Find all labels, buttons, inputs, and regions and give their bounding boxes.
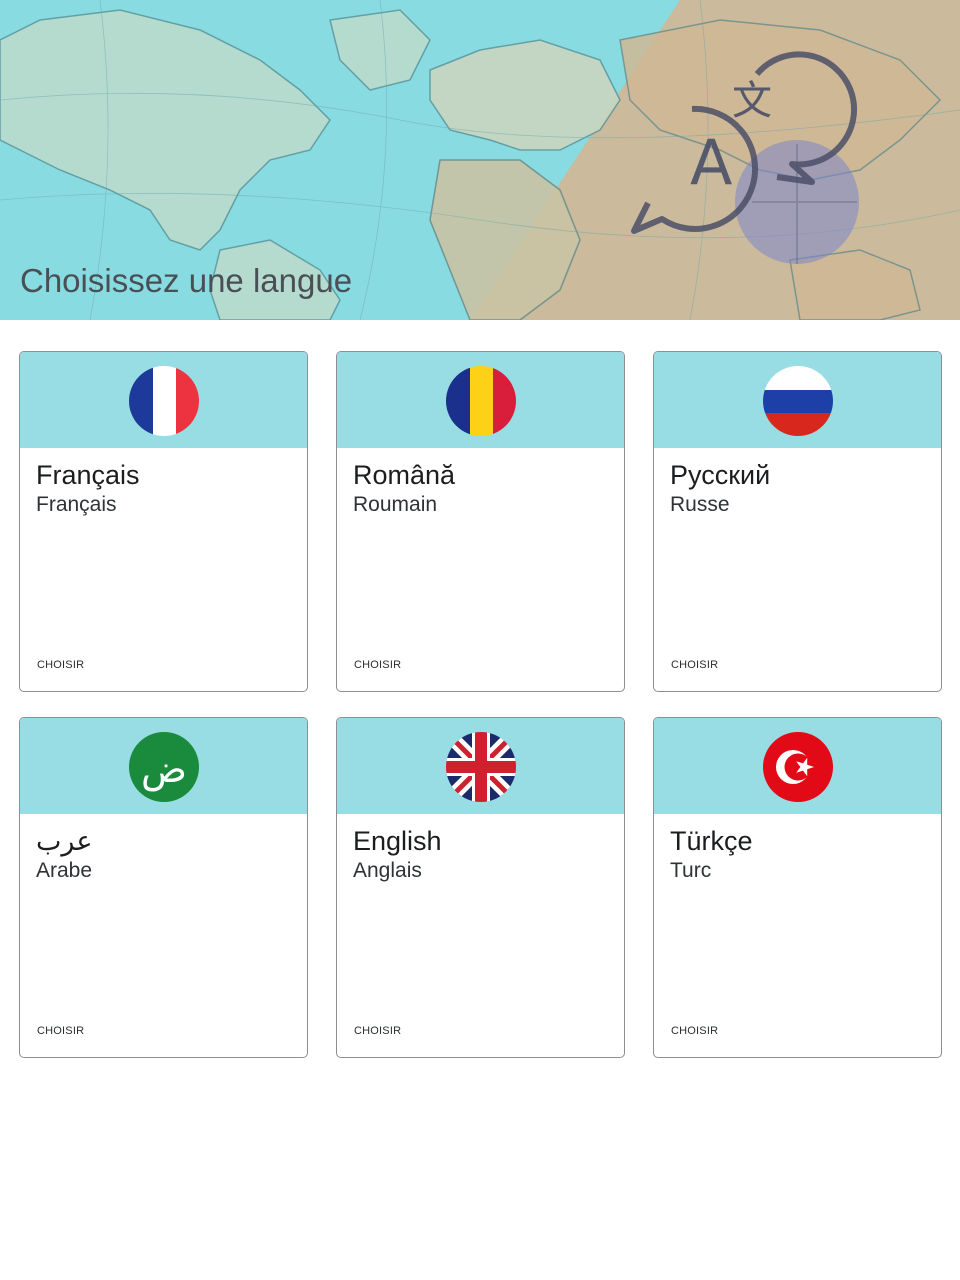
translated-language-name: Français bbox=[36, 493, 117, 516]
choose-button[interactable]: CHOISIR bbox=[37, 659, 84, 671]
romania-flag-icon bbox=[445, 366, 516, 436]
language-card-francais[interactable]: Français Français CHOISIR bbox=[19, 351, 308, 692]
card-header: ض bbox=[20, 718, 307, 814]
translated-language-name: Anglais bbox=[353, 859, 422, 882]
card-header bbox=[337, 352, 624, 448]
page-title: Choisissez une langue bbox=[20, 262, 353, 299]
native-language-name: English bbox=[353, 826, 442, 856]
choose-button[interactable]: CHOISIR bbox=[354, 1025, 401, 1037]
france-flag-icon bbox=[128, 366, 199, 436]
arabic-letter-icon: ض bbox=[128, 732, 199, 802]
native-language-name: Русский bbox=[670, 460, 771, 490]
svg-text:ض: ض bbox=[141, 747, 187, 792]
card-header bbox=[654, 718, 941, 814]
native-language-name: Română bbox=[353, 460, 456, 490]
svg-text:A: A bbox=[690, 126, 732, 199]
svg-text:文: 文 bbox=[732, 78, 772, 124]
card-header bbox=[654, 352, 941, 448]
translated-language-name: Russe bbox=[670, 493, 730, 516]
translated-language-name: Turc bbox=[670, 859, 712, 882]
native-language-name: Français bbox=[36, 460, 140, 490]
hero-banner: A 文 Choisissez une langue bbox=[0, 0, 960, 320]
translate-icon: A 文 bbox=[631, 51, 859, 264]
choose-button[interactable]: CHOISIR bbox=[671, 1025, 718, 1037]
native-language-name: Türkçe bbox=[670, 826, 753, 856]
translated-language-name: Roumain bbox=[353, 493, 438, 516]
native-language-name: عرب bbox=[36, 826, 93, 856]
language-card-turkce[interactable]: Türkçe Turc CHOISIR bbox=[653, 717, 942, 1058]
language-card-english[interactable]: English Anglais CHOISIR bbox=[336, 717, 625, 1058]
choose-button[interactable]: CHOISIR bbox=[354, 659, 401, 671]
turkey-flag-icon bbox=[762, 732, 833, 802]
choose-button[interactable]: CHOISIR bbox=[37, 1025, 84, 1037]
uk-flag-icon bbox=[445, 732, 516, 802]
card-header bbox=[20, 352, 307, 448]
choose-button[interactable]: CHOISIR bbox=[671, 659, 718, 671]
language-card-romana[interactable]: Română Roumain CHOISIR bbox=[336, 351, 625, 692]
language-card-arabe[interactable]: ض عرب Arabe CHOISIR bbox=[19, 717, 308, 1058]
language-card-russkiy[interactable]: Русский Russe CHOISIR bbox=[653, 351, 942, 692]
translated-language-name: Arabe bbox=[36, 859, 93, 882]
card-header bbox=[337, 718, 624, 814]
russia-flag-icon bbox=[762, 366, 833, 436]
